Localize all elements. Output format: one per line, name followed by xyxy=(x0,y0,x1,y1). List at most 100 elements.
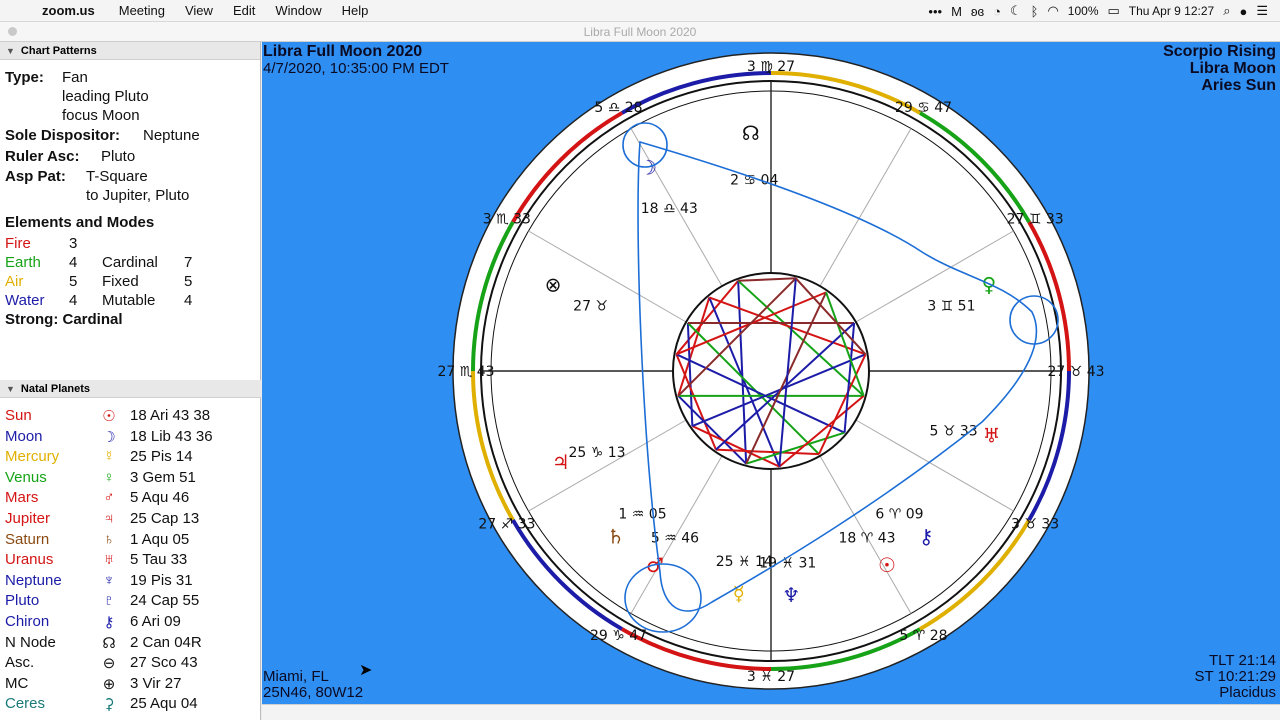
type-label: Type: xyxy=(5,69,44,86)
menu-edit[interactable]: Edit xyxy=(223,3,265,18)
mode-fixed-count: 5 xyxy=(184,273,193,290)
battery-icon[interactable]: ▭ xyxy=(1108,3,1120,19)
planet-position: 3 Gem 51 xyxy=(130,468,196,486)
planet-position: 5 Tau 33 xyxy=(130,551,188,569)
planet-glyph-icon: ⚷ xyxy=(103,614,115,631)
planet-glyph-icon: ☿ xyxy=(733,582,745,606)
house-cusp-label: 29 ♑ 47 xyxy=(590,628,647,644)
search-icon[interactable]: ⌕ xyxy=(1223,3,1230,19)
planet-degree-label: 18 ♈ 43 xyxy=(838,530,895,546)
mode-mutable-count: 4 xyxy=(184,292,193,309)
chart-canvas[interactable]: Libra Full Moon 2020 4/7/2020, 10:35:00 … xyxy=(262,42,1280,704)
menu-window[interactable]: Window xyxy=(265,3,331,18)
planet-glyph-icon: ⊕ xyxy=(102,675,116,693)
planet-position: 25 Pis 14 xyxy=(130,448,193,466)
wifi-icon[interactable]: ◠ xyxy=(1047,3,1058,19)
mode-cardinal-count: 7 xyxy=(184,254,193,271)
mode-fixed: Fixed xyxy=(102,273,139,290)
planet-glyph-icon: ♄ xyxy=(607,524,625,548)
planet-row[interactable]: Asc. ⊖ 27 Sco 43 xyxy=(0,654,261,674)
planet-name: Chiron xyxy=(5,613,50,630)
more-icon[interactable]: ••• xyxy=(928,4,942,19)
app-menu[interactable]: zoom.us xyxy=(34,3,109,18)
planet-degree-label: 18 ♎ 43 xyxy=(641,201,698,217)
moon-icon[interactable]: ☾ xyxy=(1010,3,1022,19)
house-cusp-label: 3 ♉ 33 xyxy=(1011,517,1059,533)
chart-patterns-header[interactable]: ▼ Chart Patterns xyxy=(0,42,260,60)
planet-row[interactable]: Chiron ⚷ 6 Ari 09 xyxy=(0,613,261,633)
planet-name: Venus xyxy=(5,468,47,486)
natal-planets-title: Natal Planets xyxy=(20,382,91,395)
planet-row[interactable]: Saturn ♄ 1 Aqu 05 xyxy=(0,531,261,551)
menu-view[interactable]: View xyxy=(175,3,223,18)
local-time: TLT 21:14 xyxy=(1209,652,1276,669)
natal-planets-header[interactable]: ▼ Natal Planets xyxy=(0,380,261,398)
element-earth-count: 4 xyxy=(69,254,78,271)
chart-title: Libra Full Moon 2020 xyxy=(263,43,423,60)
house-cusp-label: 3 ♏ 33 xyxy=(483,212,531,228)
planet-row[interactable]: Neptune ♆ 19 Pis 31 xyxy=(0,572,261,592)
planet-position: 2 Can 04R xyxy=(130,633,202,651)
notification-center-icon[interactable]: ☰ xyxy=(1256,3,1268,19)
planet-glyph-icon: ♅ xyxy=(103,551,115,569)
planet-degree-label: 1 ♒ 05 xyxy=(618,507,666,523)
chart-patterns-panel: Type: Fan leading Pluto focus Moon Sole … xyxy=(0,60,260,378)
planet-row[interactable]: N Node ☊ 2 Can 04R xyxy=(0,634,261,654)
window-title: Libra Full Moon 2020 xyxy=(583,25,697,39)
bluetooth-icon[interactable]: ᛒ xyxy=(1031,4,1039,19)
menu-help[interactable]: Help xyxy=(332,3,379,18)
element-water-count: 4 xyxy=(69,292,78,309)
planet-glyph-icon: ⊖ xyxy=(102,655,116,673)
timer-icon[interactable]: ◔ xyxy=(993,4,1001,19)
ruler-asc-value: Pluto xyxy=(101,148,136,165)
house-cusp-label: 29 ♋ 47 xyxy=(895,100,952,116)
planet-row[interactable]: Moon ☽ 18 Lib 43 36 xyxy=(0,428,261,448)
planet-row[interactable]: Pluto ♇ 24 Cap 55 xyxy=(0,592,261,612)
element-fire: Fire xyxy=(5,235,31,252)
planet-name: Neptune xyxy=(5,571,62,589)
rising-sign: Scorpio Rising xyxy=(1163,43,1276,60)
planet-row[interactable]: Venus ♀ 3 Gem 51 xyxy=(0,469,261,489)
planet-row[interactable]: Mercury ☿ 25 Pis 14 xyxy=(0,448,261,468)
butterfly-icon[interactable]: ʚɞ xyxy=(971,4,984,19)
planet-row[interactable]: Jupiter ♃ 25 Cap 13 xyxy=(0,510,261,530)
sole-dispositor-value: Neptune xyxy=(143,127,200,144)
planet-degree-label: 6 ♈ 09 xyxy=(875,507,923,523)
planet-degree-label: 25 ♑ 13 xyxy=(568,445,625,461)
disclosure-triangle-icon[interactable]: ▼ xyxy=(6,46,15,56)
siri-icon[interactable]: ● xyxy=(1239,4,1247,19)
planet-glyph-icon: ♆ xyxy=(782,583,800,607)
clock[interactable]: Thu Apr 9 12:27 xyxy=(1129,4,1214,18)
planet-name: Uranus xyxy=(5,551,54,569)
planet-glyph-icon: ☽ xyxy=(102,428,116,446)
window-titlebar: Libra Full Moon 2020 xyxy=(0,22,1280,42)
menu-meeting[interactable]: Meeting xyxy=(109,3,175,18)
planet-position: 25 Cap 13 xyxy=(130,510,200,527)
house-cusp-label: 27 ♊ 33 xyxy=(1007,212,1064,228)
planet-glyph-icon: ☉ xyxy=(878,553,896,577)
planet-degree-label: 5 ♒ 46 xyxy=(651,530,699,546)
planet-position: 27 Sco 43 xyxy=(130,654,198,672)
planet-row[interactable]: MC ⊕ 3 Vir 27 xyxy=(0,675,261,695)
type-line3: focus Moon xyxy=(62,107,140,124)
planet-degree-label: 2 ♋ 04 xyxy=(730,173,778,189)
planet-name: Pluto xyxy=(5,592,40,610)
element-air-count: 5 xyxy=(69,273,78,290)
disclosure-triangle-icon[interactable]: ▼ xyxy=(6,384,15,394)
element-fire-count: 3 xyxy=(69,235,78,252)
planet-row[interactable]: Ceres ⚳ 25 Aqu 04 xyxy=(0,695,261,715)
planet-position: 25 Aqu 04 xyxy=(130,695,198,713)
planet-name: Mars xyxy=(5,489,39,507)
battery-percent: 100% xyxy=(1067,4,1099,18)
planet-glyph-icon: ☊ xyxy=(742,121,760,145)
planet-degree-label: 3 ♊ 51 xyxy=(927,298,975,314)
status-area: ••• M ʚɞ ◔ ☾ ᛒ ◠ 100% ▭ Thu Apr 9 12:27 … xyxy=(928,0,1280,22)
planet-glyph-icon: ☿ xyxy=(103,448,115,466)
mouse-cursor-icon: ➤ xyxy=(359,662,373,679)
planet-glyph-icon: ♆ xyxy=(103,571,115,589)
app-icon[interactable]: M xyxy=(951,4,962,19)
planet-row[interactable]: Mars ♂ 5 Aqu 46 xyxy=(0,489,261,509)
planet-row[interactable]: Sun ☉ 18 Ari 43 38 xyxy=(0,407,261,427)
planet-row[interactable]: Uranus ♅ 5 Tau 33 xyxy=(0,551,261,571)
astrology-wheel[interactable]: 27 ♏ 43 27 ♐ 33 29 ♑ 47 3 ♓ 27 5 ♈ 28 3 ♉ 33 2… xyxy=(262,42,1280,704)
